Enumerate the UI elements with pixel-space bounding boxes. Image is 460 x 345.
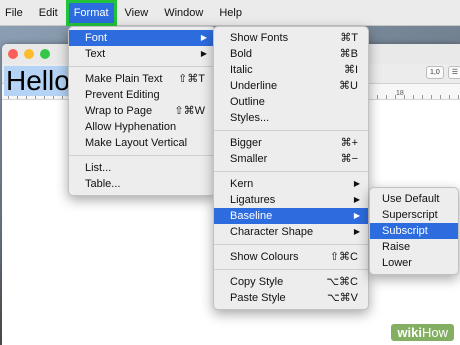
menu-separator: [214, 171, 368, 172]
format-menu: Font ▶ Text ▶ Make Plain Text ⇧⌘T Preven…: [68, 26, 216, 196]
menu-item-label: Smaller: [230, 153, 268, 165]
menu-item-font[interactable]: Font ▶: [69, 30, 215, 46]
menu-separator: [69, 66, 215, 67]
menu-item-copy-style[interactable]: Copy Style ⌥⌘C: [214, 274, 368, 290]
menu-item-kern[interactable]: Kern ▶: [214, 176, 368, 192]
menu-item-outline[interactable]: Outline: [214, 94, 368, 110]
menu-item-underline[interactable]: Underline ⌘U: [214, 78, 368, 94]
menu-item-make-layout-vertical[interactable]: Make Layout Vertical: [69, 135, 215, 151]
submenu-arrow-icon: ▶: [200, 33, 207, 42]
menu-file[interactable]: File: [0, 0, 31, 26]
submenu-arrow-icon: ▶: [353, 179, 360, 188]
menu-bar: File Edit Format View Window Help: [0, 0, 460, 26]
menu-item-shortcut: ⌘+: [340, 137, 358, 149]
menu-separator: [69, 155, 215, 156]
menu-edit[interactable]: Edit: [31, 0, 66, 26]
menu-item-show-colours[interactable]: Show Colours ⇧⌘C: [214, 249, 368, 265]
menu-item-superscript[interactable]: Superscript: [370, 207, 458, 223]
menu-item-paste-style[interactable]: Paste Style ⌥⌘V: [214, 290, 368, 306]
menu-item-lower[interactable]: Lower: [370, 255, 458, 271]
menu-separator: [214, 130, 368, 131]
submenu-arrow-icon: ▶: [353, 227, 360, 236]
watermark-wiki: wiki: [397, 325, 422, 340]
menu-item-label: Ligatures: [230, 194, 276, 206]
menu-separator: [214, 244, 368, 245]
menu-item-shortcut: ⌘B: [339, 48, 358, 60]
menu-item-label: Bigger: [230, 137, 262, 149]
watermark-how: How: [421, 325, 448, 340]
menu-item-shortcut: ⌘T: [340, 32, 358, 44]
line-spacing-select[interactable]: 1,0: [425, 66, 444, 79]
submenu-arrow-icon: ▶: [353, 195, 360, 204]
menu-item-character-shape[interactable]: Character Shape ▶: [214, 224, 368, 240]
menu-item-shortcut: ⇧⌘W: [174, 105, 205, 117]
minimize-window-icon[interactable]: [24, 49, 34, 59]
menu-item-label: Styles...: [230, 112, 270, 124]
close-window-icon[interactable]: [8, 49, 18, 59]
menu-item-label: Make Layout Vertical: [85, 137, 188, 149]
menu-item-label: Baseline: [230, 210, 273, 222]
menu-item-styles[interactable]: Styles...: [214, 110, 368, 126]
menu-item-label: Kern: [230, 178, 254, 190]
menu-item-text[interactable]: Text ▶: [69, 46, 215, 62]
menu-item-label: Make Plain Text: [85, 73, 163, 85]
menu-item-label: Italic: [230, 64, 253, 76]
menu-item-shortcut: ⌥⌘V: [326, 292, 358, 304]
menu-item-shortcut: ⇧⌘C: [329, 251, 358, 263]
menu-item-list[interactable]: List...: [69, 160, 215, 176]
menu-item-label: Prevent Editing: [85, 89, 160, 101]
menu-item-baseline[interactable]: Baseline ▶: [214, 208, 368, 224]
menu-item-shortcut: ⇧⌘T: [178, 73, 205, 85]
wikihow-watermark: wikiHow: [391, 324, 454, 341]
menu-separator: [214, 269, 368, 270]
menu-item-subscript[interactable]: Subscript: [370, 223, 458, 239]
menu-item-label: List...: [85, 162, 112, 174]
menu-item-label: Wrap to Page: [85, 105, 153, 117]
menu-format[interactable]: Format: [65, 0, 117, 26]
menu-item-label: Allow Hyphenation: [85, 121, 177, 133]
menu-item-label: Text: [85, 48, 106, 60]
document-text[interactable]: Hello: [4, 66, 72, 96]
menu-item-smaller[interactable]: Smaller ⌘−: [214, 151, 368, 167]
menu-item-make-plain-text[interactable]: Make Plain Text ⇧⌘T: [69, 71, 215, 87]
menu-item-label: Paste Style: [230, 292, 286, 304]
menu-item-label: Table...: [85, 178, 121, 190]
menu-item-label: Show Colours: [230, 251, 299, 263]
font-submenu: Show Fonts ⌘T Bold ⌘B Italic ⌘I Underlin…: [213, 26, 369, 310]
submenu-arrow-icon: ▶: [353, 211, 360, 220]
menu-item-table[interactable]: Table...: [69, 176, 215, 192]
menu-item-label: Character Shape: [230, 226, 314, 238]
menu-item-shortcut: ⌘I: [343, 64, 358, 76]
menu-item-label: Underline: [230, 80, 278, 92]
menu-item-shortcut: ⌥⌘C: [326, 276, 358, 288]
list-style-select[interactable]: ☰: [447, 66, 460, 79]
menu-item-label: Bold: [230, 48, 253, 60]
menu-item-prevent-editing[interactable]: Prevent Editing: [69, 87, 215, 103]
menu-item-label: Outline: [230, 96, 265, 108]
menu-item-wrap-to-page[interactable]: Wrap to Page ⇧⌘W: [69, 103, 215, 119]
zoom-window-icon[interactable]: [40, 49, 50, 59]
menu-window[interactable]: Window: [156, 0, 211, 26]
menu-item-raise[interactable]: Raise: [370, 239, 458, 255]
menu-item-shortcut: ⌘−: [340, 153, 358, 165]
menu-item-label: Copy Style: [230, 276, 284, 288]
menu-item-ligatures[interactable]: Ligatures ▶: [214, 192, 368, 208]
menu-view[interactable]: View: [117, 0, 157, 26]
baseline-submenu: Use Default Superscript Subscript Raise …: [369, 187, 459, 275]
menu-item-italic[interactable]: Italic ⌘I: [214, 62, 368, 78]
menu-item-label: Font: [85, 32, 108, 44]
menu-item-label: Show Fonts: [230, 32, 289, 44]
menu-help[interactable]: Help: [211, 0, 250, 26]
menu-item-use-default[interactable]: Use Default: [370, 191, 458, 207]
menu-item-allow-hyphenation[interactable]: Allow Hyphenation: [69, 119, 215, 135]
menu-item-show-fonts[interactable]: Show Fonts ⌘T: [214, 30, 368, 46]
menu-item-bold[interactable]: Bold ⌘B: [214, 46, 368, 62]
menu-item-bigger[interactable]: Bigger ⌘+: [214, 135, 368, 151]
menu-item-shortcut: ⌘U: [339, 80, 358, 92]
submenu-arrow-icon: ▶: [200, 49, 207, 58]
